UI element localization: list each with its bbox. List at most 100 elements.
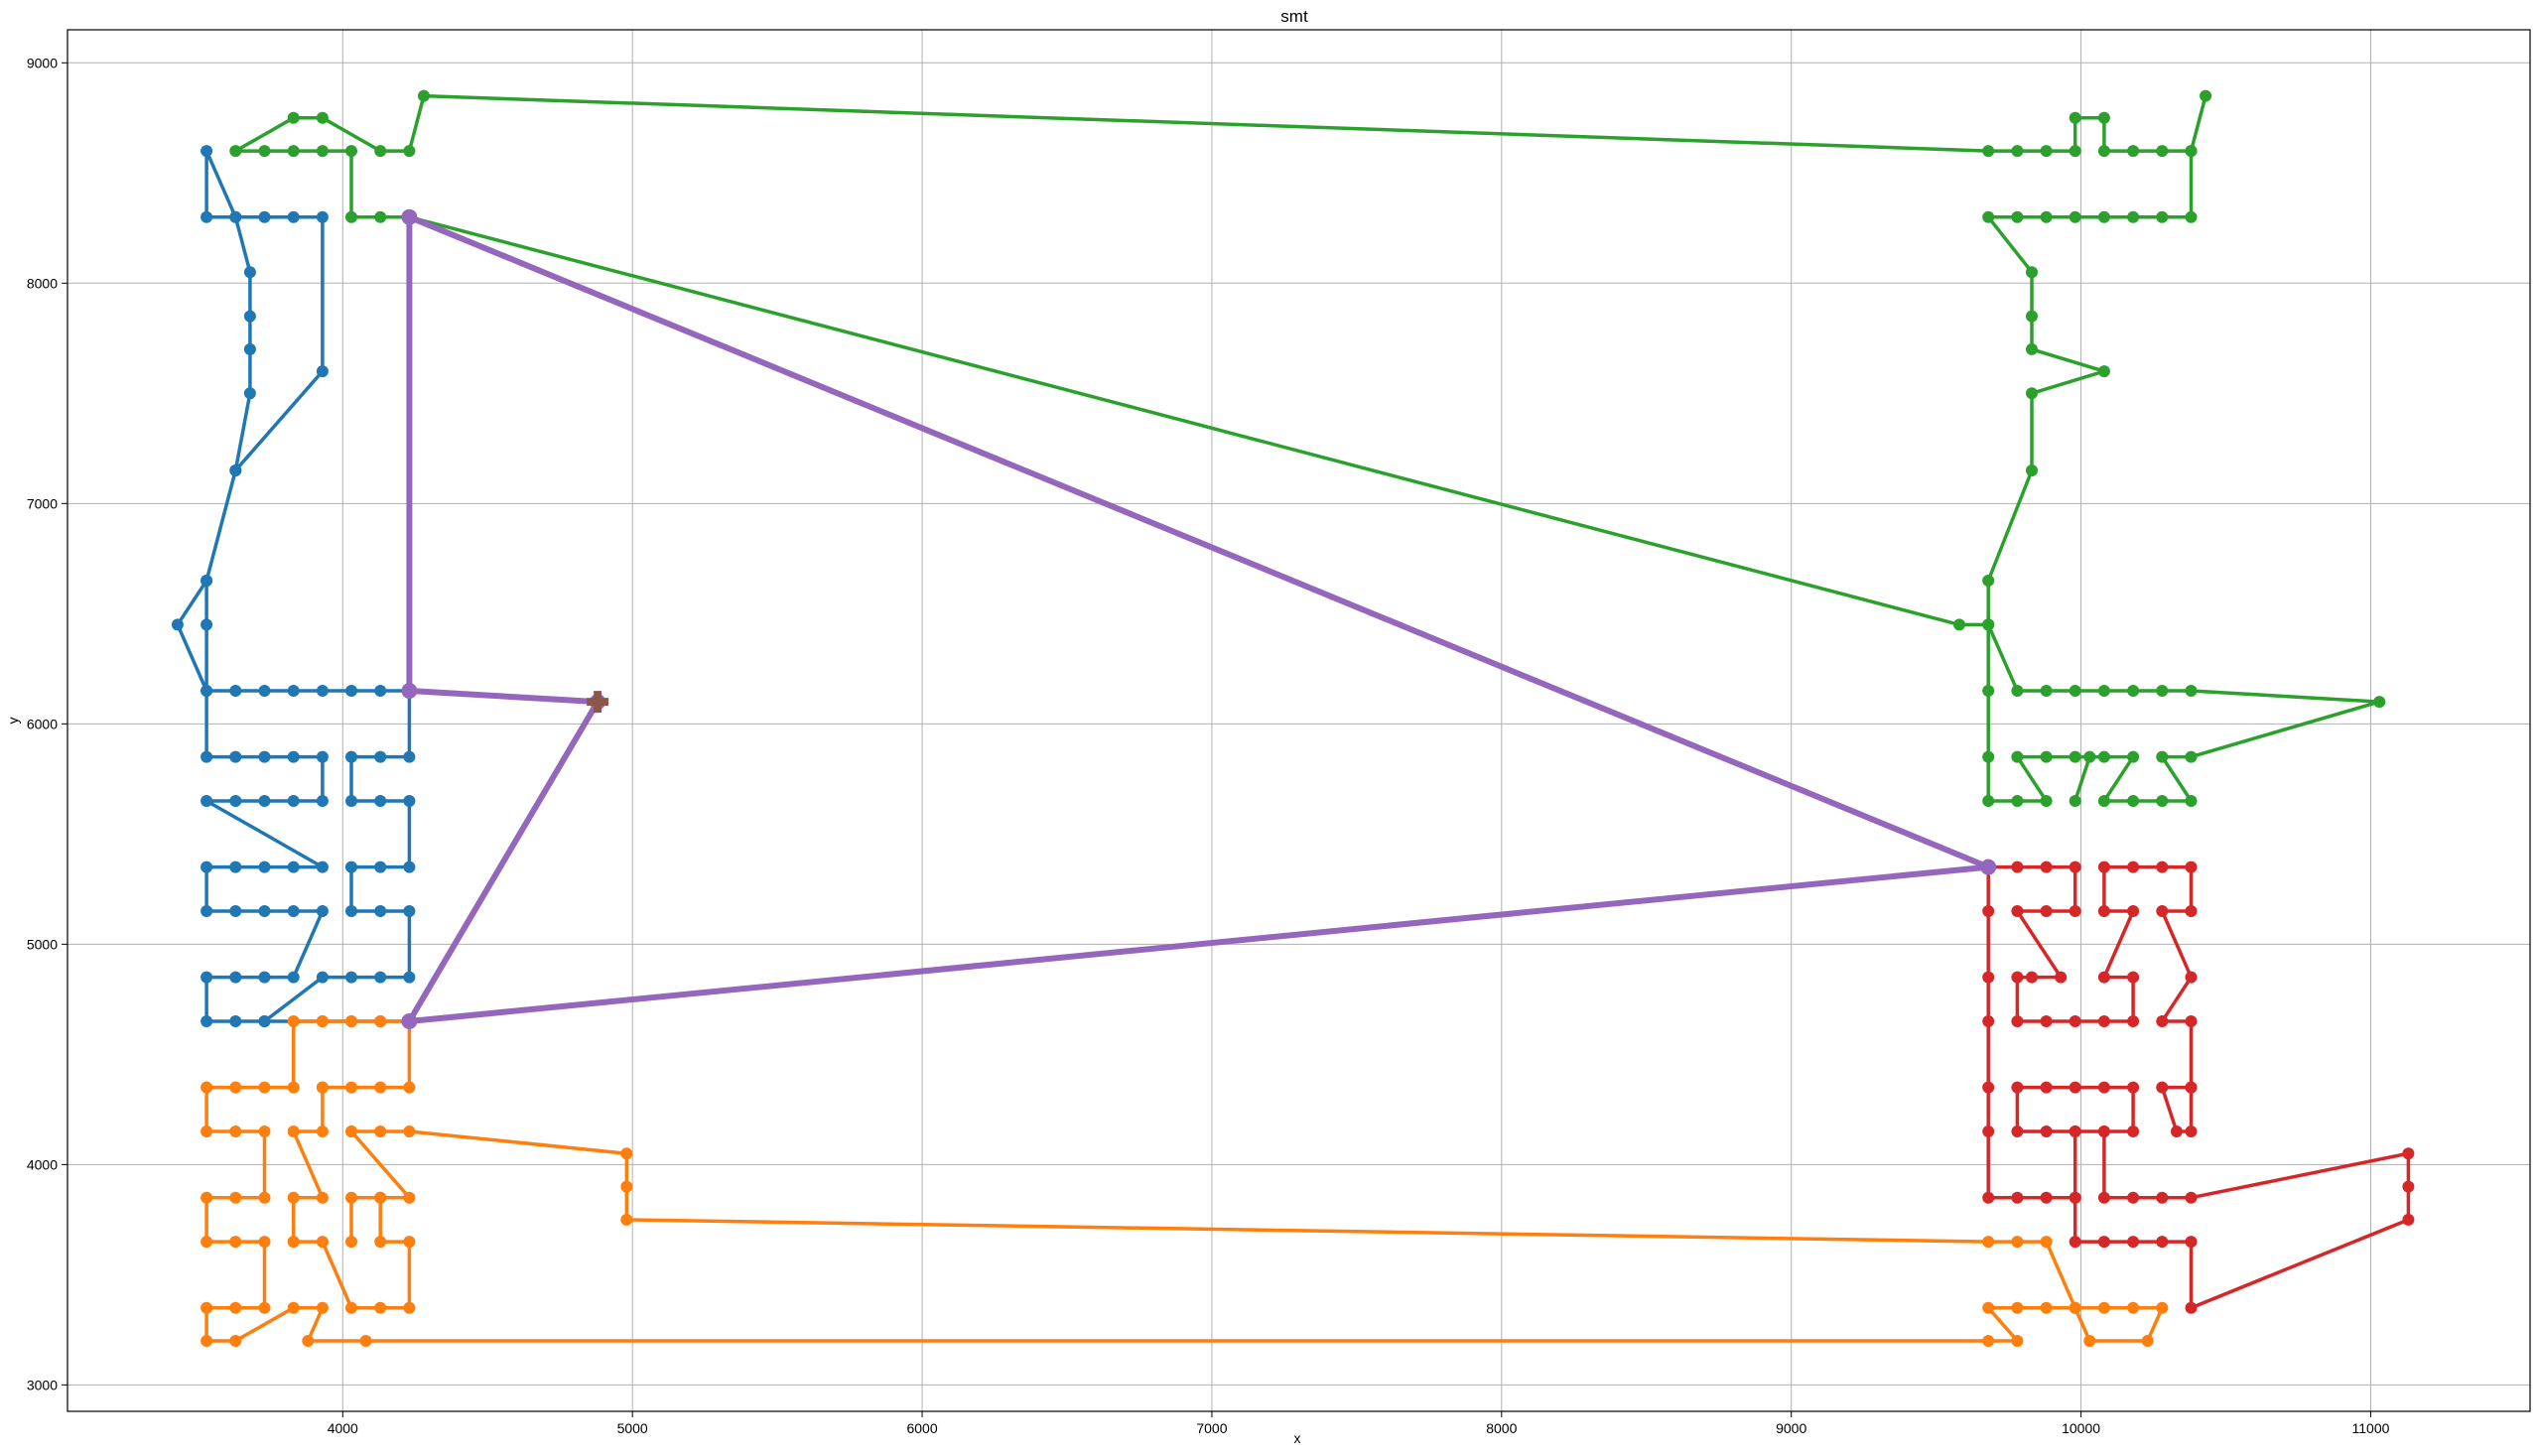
data-point bbox=[2185, 971, 2198, 984]
chart-title: smt bbox=[1280, 7, 1308, 26]
data-point bbox=[316, 145, 329, 158]
data-point bbox=[374, 1125, 387, 1137]
data-point bbox=[2097, 1191, 2110, 1204]
data-point bbox=[374, 145, 387, 158]
data-point bbox=[2185, 1301, 2198, 1314]
data-point bbox=[2040, 1191, 2053, 1204]
data-point bbox=[1982, 685, 1995, 697]
data-point bbox=[243, 342, 256, 355]
data-point bbox=[2069, 1081, 2081, 1094]
data-point bbox=[2185, 860, 2198, 873]
x-tick-label: 5000 bbox=[617, 1420, 648, 1436]
data-point bbox=[2011, 1191, 2024, 1204]
data-point bbox=[2083, 1335, 2096, 1347]
data-point bbox=[2156, 685, 2169, 697]
data-point bbox=[374, 1191, 387, 1204]
data-point bbox=[2127, 1236, 2140, 1249]
data-point bbox=[2127, 685, 2140, 697]
data-point bbox=[1982, 1335, 1995, 1347]
data-point bbox=[345, 210, 357, 223]
data-point bbox=[316, 1081, 329, 1094]
data-point bbox=[1982, 618, 1995, 631]
data-point bbox=[1982, 1081, 1995, 1094]
data-point bbox=[2185, 685, 2198, 697]
data-point bbox=[403, 971, 416, 984]
data-point bbox=[258, 1301, 271, 1314]
data-point bbox=[2040, 1015, 2053, 1027]
data-point bbox=[620, 1180, 633, 1193]
data-point bbox=[229, 905, 242, 917]
data-point bbox=[200, 1301, 213, 1314]
data-point bbox=[1982, 1301, 1995, 1314]
data-point bbox=[200, 1081, 213, 1094]
data-point bbox=[2069, 1125, 2081, 1137]
data-point bbox=[2040, 750, 2053, 763]
data-point bbox=[2040, 1081, 2053, 1094]
data-point bbox=[2156, 750, 2169, 763]
data-point bbox=[258, 905, 271, 917]
data-point bbox=[2097, 750, 2110, 763]
data-point bbox=[258, 971, 271, 984]
data-point bbox=[620, 1213, 633, 1226]
data-point bbox=[403, 905, 416, 917]
data-point bbox=[1982, 971, 1995, 984]
data-point bbox=[345, 750, 357, 763]
data-point bbox=[229, 1335, 242, 1347]
data-point bbox=[403, 1081, 416, 1094]
data-point bbox=[229, 1015, 242, 1027]
data-point bbox=[374, 1301, 387, 1314]
data-point bbox=[2040, 1125, 2053, 1137]
data-point bbox=[287, 905, 300, 917]
data-point bbox=[403, 145, 416, 158]
data-point bbox=[316, 1015, 329, 1027]
data-point bbox=[374, 860, 387, 873]
data-point bbox=[200, 618, 213, 631]
data-point bbox=[229, 1301, 242, 1314]
data-point bbox=[2141, 1335, 2154, 1347]
data-point bbox=[2040, 1301, 2053, 1314]
data-point bbox=[2040, 860, 2053, 873]
data-point bbox=[2011, 145, 2024, 158]
data-point bbox=[2156, 1081, 2169, 1094]
data-point bbox=[2097, 210, 2110, 223]
y-axis-label: y bbox=[5, 718, 21, 725]
data-point bbox=[374, 905, 387, 917]
data-point bbox=[2040, 685, 2053, 697]
data-point bbox=[200, 1015, 213, 1027]
data-point bbox=[2097, 860, 2110, 873]
data-point bbox=[345, 905, 357, 917]
data-point bbox=[200, 1236, 213, 1249]
data-point bbox=[2011, 1301, 2024, 1314]
data-point bbox=[2156, 860, 2169, 873]
data-point bbox=[1982, 1015, 1995, 1027]
data-point bbox=[345, 971, 357, 984]
data-point bbox=[2402, 1213, 2415, 1226]
data-point bbox=[258, 795, 271, 807]
data-point bbox=[200, 685, 213, 697]
data-point bbox=[287, 145, 300, 158]
data-point bbox=[1982, 145, 1995, 158]
data-point bbox=[2040, 210, 2053, 223]
data-point bbox=[2069, 750, 2081, 763]
data-point bbox=[2069, 685, 2081, 697]
data-point bbox=[316, 1125, 329, 1137]
data-point bbox=[200, 795, 213, 807]
data-point bbox=[302, 1335, 315, 1347]
data-point bbox=[2156, 1236, 2169, 1249]
data-point bbox=[2156, 210, 2169, 223]
data-point bbox=[200, 750, 213, 763]
data-point bbox=[359, 1335, 372, 1347]
data-point bbox=[403, 1125, 416, 1137]
y-tick-label: 9000 bbox=[27, 55, 58, 70]
data-point bbox=[2011, 685, 2024, 697]
plot-area bbox=[67, 30, 2530, 1411]
data-point bbox=[2097, 1125, 2110, 1137]
data-point bbox=[2097, 685, 2110, 697]
data-point bbox=[345, 1081, 357, 1094]
data-point bbox=[229, 1081, 242, 1094]
data-point bbox=[229, 1236, 242, 1249]
data-point bbox=[1982, 1125, 1995, 1137]
data-point bbox=[2185, 1191, 2198, 1204]
data-point bbox=[2156, 1191, 2169, 1204]
data-point bbox=[403, 750, 416, 763]
